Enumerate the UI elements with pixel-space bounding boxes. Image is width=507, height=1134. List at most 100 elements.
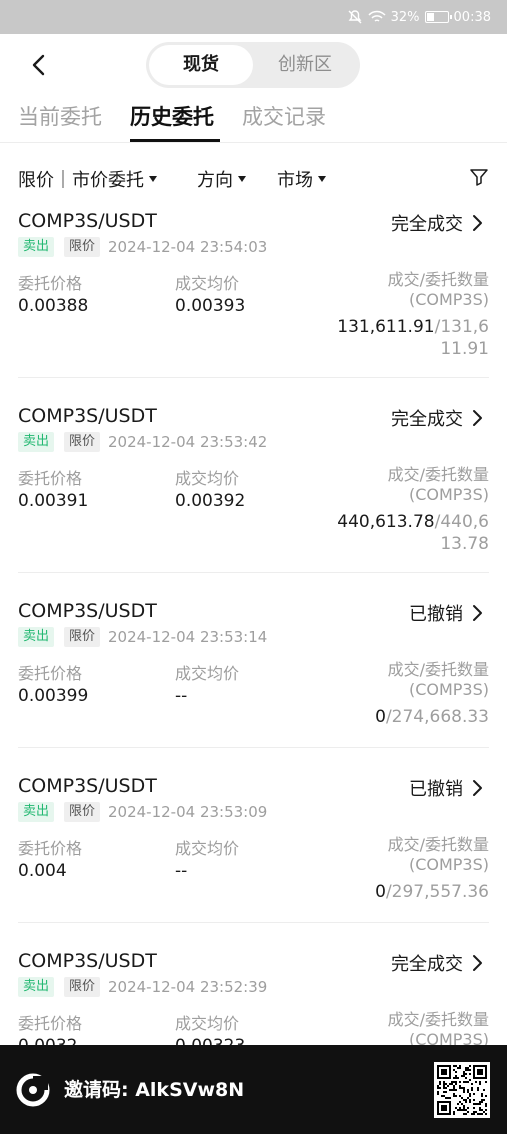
order-time: 2024-12-04 23:52:39	[108, 978, 268, 996]
order-price: 0.00391	[18, 491, 89, 511]
quantity-value: 0/274,668.33	[289, 706, 489, 728]
status-bar: 32% 00:38	[0, 0, 507, 34]
tab-current-orders[interactable]: 当前委托	[18, 101, 102, 131]
battery-icon	[424, 11, 452, 23]
order-type-filter[interactable]: 限价｜市价委托	[18, 166, 157, 192]
avg-price-label: 成交均价	[175, 469, 240, 488]
order-status-link[interactable]: 完全成交	[391, 405, 483, 431]
order-status: 完全成交	[391, 954, 463, 975]
order-status-link[interactable]: 已撤销	[409, 775, 483, 801]
caret-down-icon	[238, 176, 246, 182]
invite-banner: 邀请码: AlkSVw8N	[0, 1045, 507, 1134]
quantity-unit: (COMP3S)	[408, 485, 489, 504]
order-divider	[18, 572, 489, 573]
filter-bar: 限价｜市价委托 方向 市场	[0, 160, 507, 196]
order-type-filter-label: 限价｜市价委托	[18, 170, 144, 191]
order-status: 已撤销	[409, 779, 463, 800]
order-type-badge: 限价	[64, 237, 101, 257]
avg-price-label: 成交均价	[175, 664, 240, 683]
tab-order-history[interactable]: 历史委托	[130, 101, 214, 131]
side-badge: 卖出	[18, 432, 55, 452]
quantity-label: 成交/委托数量 (COMP3S)	[289, 1010, 489, 1050]
order-divider	[18, 377, 489, 378]
order-price: 0.00388	[18, 296, 89, 316]
wifi-icon	[368, 10, 386, 24]
brand-logo-icon	[16, 1073, 50, 1111]
filled-quantity: 0	[375, 882, 386, 902]
order-status: 完全成交	[391, 409, 463, 430]
market-segment-control: 现货 创新区	[146, 42, 360, 88]
quantity-label-text: 成交/委托数量	[387, 1010, 489, 1029]
caret-down-icon	[318, 176, 326, 182]
price-label: 委托价格	[18, 1014, 83, 1033]
chevron-right-icon	[471, 409, 483, 427]
quantity-label-text: 成交/委托数量	[387, 835, 489, 854]
quantity-label-text: 成交/委托数量	[387, 465, 489, 484]
side-badge: 卖出	[18, 977, 55, 997]
quantity-label: 成交/委托数量 (COMP3S)	[289, 270, 489, 310]
segment-innovation[interactable]: 创新区	[253, 45, 357, 85]
market-filter[interactable]: 市场	[277, 166, 326, 192]
total-quantity-wrap: 13.78	[440, 534, 489, 554]
order-price: 0.00399	[18, 686, 89, 706]
quantity-unit: (COMP3S)	[408, 290, 489, 309]
order-status-link[interactable]: 完全成交	[391, 210, 483, 236]
direction-filter[interactable]: 方向	[197, 166, 246, 192]
filter-funnel-icon[interactable]	[469, 167, 489, 192]
order-card[interactable]: COMP3S/USDT 完全成交卖出 限价 2024-12-04 23:54:03 委托…	[0, 210, 507, 384]
side-badge: 卖出	[18, 802, 55, 822]
mute-icon	[347, 9, 363, 25]
price-label: 委托价格	[18, 664, 83, 683]
tabs-divider	[0, 142, 507, 143]
quantity-unit: (COMP3S)	[408, 855, 489, 874]
order-status: 已撤销	[409, 604, 463, 625]
total-quantity: /274,668.33	[385, 707, 489, 727]
quantity-label: 成交/委托数量 (COMP3S)	[289, 835, 489, 875]
order-pair: COMP3S/USDT	[18, 405, 157, 427]
order-type-badge: 限价	[64, 432, 101, 452]
price-label: 委托价格	[18, 274, 83, 293]
avg-price-label: 成交均价	[175, 839, 240, 858]
segment-spot[interactable]: 现货	[149, 45, 253, 85]
total-quantity: /131,6	[434, 317, 489, 337]
side-badge: 卖出	[18, 237, 55, 257]
avg-price: 0.00393	[175, 296, 246, 316]
side-badge: 卖出	[18, 627, 55, 647]
direction-filter-label: 方向	[197, 170, 233, 191]
order-divider	[18, 922, 489, 923]
order-price: 0.004	[18, 861, 67, 881]
quantity-value: 131,611.91/131,6 11.91	[289, 316, 489, 360]
order-tabs: 当前委托 历史委托 成交记录	[0, 97, 507, 143]
order-card[interactable]: COMP3S/USDT 完全成交 卖出 限价 2024-12-04 23:53:42 委托…	[0, 405, 507, 579]
order-type-badge: 限价	[64, 977, 101, 997]
chevron-right-icon	[471, 779, 483, 797]
quantity-value: 0/297,557.36	[289, 881, 489, 903]
avg-price: 0.00392	[175, 491, 246, 511]
filled-quantity: 0	[375, 707, 386, 727]
tab-trade-history[interactable]: 成交记录	[242, 101, 326, 131]
back-arrow-icon[interactable]	[26, 52, 52, 78]
order-pair: COMP3S/USDT	[18, 950, 157, 972]
order-time: 2024-12-04 23:54:03	[108, 238, 268, 256]
qr-code	[434, 1062, 490, 1118]
order-time: 2024-12-04 23:53:14	[108, 628, 268, 646]
price-label: 委托价格	[18, 839, 83, 858]
total-quantity: /297,557.36	[385, 882, 489, 902]
order-pair: COMP3S/USDT	[18, 775, 157, 797]
avg-price-label: 成交均价	[175, 1014, 240, 1033]
avg-price: --	[175, 686, 188, 706]
order-type-badge: 限价	[64, 802, 101, 822]
total-quantity: /440,6	[434, 512, 489, 532]
invite-code: 邀请码: AlkSVw8N	[64, 1079, 245, 1101]
clock: 00:38	[453, 9, 491, 25]
order-time: 2024-12-04 23:53:09	[108, 803, 268, 821]
chevron-right-icon	[471, 604, 483, 622]
order-type-badge: 限价	[64, 627, 101, 647]
order-status-link[interactable]: 已撤销	[409, 600, 483, 626]
quantity-value: 440,613.78/440,6 13.78	[289, 511, 489, 555]
filled-quantity: 131,611.91	[337, 317, 435, 337]
order-pair: COMP3S/USDT	[18, 210, 157, 232]
quantity-label-text: 成交/委托数量	[387, 270, 489, 289]
order-status-link[interactable]: 完全成交	[391, 950, 483, 976]
battery-percent: 32%	[390, 9, 420, 25]
